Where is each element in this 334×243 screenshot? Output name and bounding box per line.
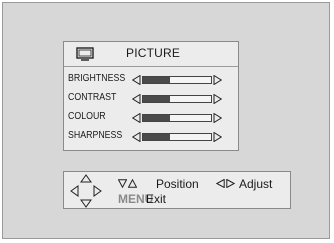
colour-label: COLOUR xyxy=(68,111,106,122)
tv-icon xyxy=(76,47,94,61)
right-arrow-icon[interactable] xyxy=(213,132,222,142)
position-hint: Position xyxy=(156,177,199,191)
right-arrow-icon[interactable] xyxy=(213,75,222,85)
left-arrow-icon[interactable] xyxy=(132,132,141,142)
adjust-hint: Adjust xyxy=(239,177,273,191)
left-arrow-icon[interactable] xyxy=(132,113,141,123)
sharpness-slider[interactable] xyxy=(142,133,212,141)
contrast-slider[interactable] xyxy=(142,95,212,103)
sharpness-label: SHARPNESS xyxy=(68,130,123,141)
right-arrow-icon[interactable] xyxy=(213,113,222,123)
tv-screen: PICTURE BRIGHTNESS CONTRAST COLOUR SHARP… xyxy=(2,2,330,239)
up-arrow-icon xyxy=(128,179,137,188)
picture-menu: PICTURE BRIGHTNESS CONTRAST COLOUR SHARP… xyxy=(63,41,239,151)
menu-title: PICTURE xyxy=(126,46,181,60)
sharpness-slider-fill xyxy=(143,134,171,140)
brightness-slider-fill xyxy=(143,77,171,83)
right-arrow-icon xyxy=(226,179,235,188)
brightness-slider[interactable] xyxy=(142,76,212,84)
menu-item-contrast[interactable]: CONTRAST xyxy=(64,91,240,107)
contrast-slider-fill xyxy=(143,96,171,102)
contrast-label: CONTRAST xyxy=(68,92,117,103)
right-arrow-icon[interactable] xyxy=(213,94,222,104)
left-arrow-icon[interactable] xyxy=(132,75,141,85)
colour-slider-fill xyxy=(143,115,171,121)
down-arrow-icon xyxy=(118,179,127,188)
dpad-icon xyxy=(70,174,102,208)
colour-slider[interactable] xyxy=(142,114,212,122)
brightness-label: BRIGHTNESS xyxy=(68,73,126,84)
left-arrow-icon xyxy=(216,179,225,188)
menu-header: PICTURE xyxy=(64,42,240,64)
menu-item-colour[interactable]: COLOUR xyxy=(64,110,240,126)
menu-item-sharpness[interactable]: SHARPNESS xyxy=(64,129,240,145)
help-bar: Position Adjust MENU Exit xyxy=(63,171,291,209)
exit-hint: Exit xyxy=(146,192,167,206)
menu-divider xyxy=(64,66,238,67)
menu-item-brightness[interactable]: BRIGHTNESS xyxy=(64,72,240,88)
left-arrow-icon[interactable] xyxy=(132,94,141,104)
